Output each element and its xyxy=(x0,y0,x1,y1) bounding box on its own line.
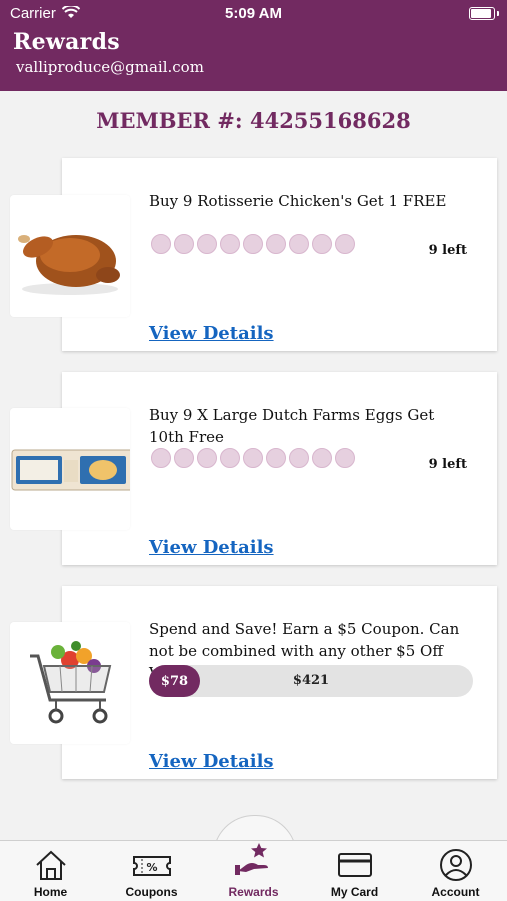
tab-label: My Card xyxy=(330,885,379,899)
rotisserie-chicken-image xyxy=(10,195,130,317)
tab-label: Account xyxy=(431,885,480,899)
stamp xyxy=(220,448,240,468)
stamp xyxy=(243,234,263,254)
stamps-left: 9 left xyxy=(428,243,467,258)
clock: 5:09 AM xyxy=(225,5,282,22)
battery-icon xyxy=(469,7,495,20)
stamp-row xyxy=(151,234,355,254)
stamp-row xyxy=(151,448,355,468)
stamp xyxy=(266,448,286,468)
status-bar: Carrier 5:09 AM xyxy=(0,0,507,28)
view-details-link[interactable]: View Details xyxy=(149,751,274,772)
tab-label: Home xyxy=(33,885,68,899)
tab-home[interactable]: Home xyxy=(0,841,101,901)
account-icon xyxy=(440,849,472,881)
stamp xyxy=(151,234,171,254)
tab-coupons[interactable]: % Coupons xyxy=(101,841,202,901)
stamps-left: 9 left xyxy=(428,457,467,472)
stamp xyxy=(151,448,171,468)
user-email: valliproduce@gmail.com xyxy=(16,58,204,76)
tab-label: Coupons xyxy=(125,885,178,899)
reward-title: Buy 9 X Large Dutch Farms Eggs Get 10th … xyxy=(149,406,435,446)
coupon-icon: % xyxy=(133,856,171,876)
stamp xyxy=(312,234,332,254)
member-label: MEMBER #: xyxy=(96,108,243,133)
rewards-icon xyxy=(235,843,268,875)
tab-label: Rewards xyxy=(228,885,279,899)
stamp xyxy=(289,234,309,254)
progress-fill: $78 xyxy=(149,665,200,697)
stamp xyxy=(312,448,332,468)
view-details-link[interactable]: View Details xyxy=(149,323,274,344)
page-title: Rewards xyxy=(13,29,120,55)
stamp xyxy=(197,234,217,254)
tab-rewards[interactable]: Rewards xyxy=(203,841,304,901)
member-id: 44255168628 xyxy=(249,108,411,133)
stamp xyxy=(243,448,263,468)
grocery-cart-image xyxy=(10,622,130,744)
home-icon xyxy=(36,850,66,880)
stamp xyxy=(266,234,286,254)
stamp xyxy=(289,448,309,468)
tab-account[interactable]: Account xyxy=(405,841,506,901)
member-number: MEMBER #: 44255168628 xyxy=(0,108,507,133)
spend-progress-bar: $421 $78 xyxy=(149,665,473,697)
reward-title: Buy 9 Rotisserie Chicken's Get 1 FREE xyxy=(149,192,447,210)
tab-my-card[interactable]: My Card xyxy=(304,841,405,901)
egg-carton-image xyxy=(10,408,139,530)
header: Carrier 5:09 AM Rewards valliproduce@gma… xyxy=(0,0,507,91)
tab-bar: Home % Coupons Rewards My Card Account xyxy=(0,840,507,901)
card-icon xyxy=(338,853,372,877)
view-details-link[interactable]: View Details xyxy=(149,537,274,558)
stamp xyxy=(197,448,217,468)
stamp xyxy=(174,448,194,468)
svg-text:%: % xyxy=(146,861,157,874)
stamp xyxy=(335,448,355,468)
stamp xyxy=(335,234,355,254)
battery-cap xyxy=(497,11,499,16)
stamp xyxy=(220,234,240,254)
stamp xyxy=(174,234,194,254)
